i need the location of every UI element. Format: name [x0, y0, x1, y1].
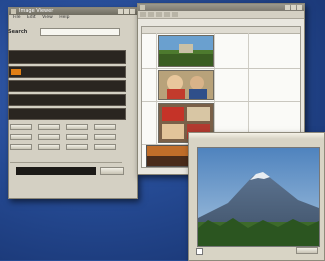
title-bar[interactable]: Image Viewer	[9, 8, 137, 15]
menu-edit[interactable]: Edit	[27, 15, 36, 20]
window-controls	[284, 5, 302, 11]
thumbnail-image	[158, 35, 214, 67]
control-button[interactable]	[94, 134, 116, 140]
search-row: Search	[8, 28, 122, 37]
control-button[interactable]	[66, 124, 88, 130]
checkbox-box[interactable]	[196, 248, 203, 255]
thumbnail-image	[158, 70, 214, 100]
list-item[interactable]	[8, 94, 126, 106]
table-header	[142, 27, 300, 34]
control-button[interactable]	[10, 134, 32, 140]
table-row[interactable]	[142, 34, 300, 69]
progress-track	[16, 167, 96, 175]
minimize-icon[interactable]	[118, 9, 123, 14]
toolbar	[138, 11, 304, 19]
search-label: Search	[8, 29, 28, 35]
window-title: Image Viewer	[19, 8, 54, 14]
control-button[interactable]	[38, 124, 60, 130]
control-button[interactable]	[10, 144, 32, 150]
title-bar[interactable]	[138, 4, 304, 11]
toolbar-icon[interactable]	[148, 12, 154, 17]
divider	[10, 162, 122, 163]
menu-bar: File Edit View Help	[9, 15, 137, 21]
toolbar-icon[interactable]	[140, 12, 146, 17]
checkbox[interactable]	[196, 248, 205, 256]
title-bar[interactable]	[189, 133, 324, 139]
close-icon[interactable]	[130, 9, 135, 14]
maximize-icon[interactable]	[291, 5, 296, 10]
preview-image	[197, 147, 320, 247]
toolbar-icon[interactable]	[164, 12, 170, 17]
table-row[interactable]	[142, 69, 300, 102]
app-icon	[11, 9, 16, 14]
window-controls	[117, 9, 135, 15]
search-input[interactable]	[40, 28, 120, 36]
image-preview-window	[188, 132, 325, 261]
control-button[interactable]	[66, 144, 88, 150]
list-item[interactable]	[8, 50, 126, 64]
list-item[interactable]	[8, 80, 126, 92]
menu-help[interactable]: Help	[59, 15, 69, 20]
selected-marker	[11, 69, 21, 75]
action-button[interactable]	[100, 167, 124, 175]
control-button[interactable]	[94, 144, 116, 150]
control-button[interactable]	[10, 124, 32, 130]
maximize-icon[interactable]	[124, 9, 129, 14]
control-button[interactable]	[66, 134, 88, 140]
menu-view[interactable]: View	[42, 15, 53, 20]
close-button[interactable]	[296, 247, 318, 254]
app-icon	[140, 5, 145, 10]
list-item[interactable]	[8, 108, 126, 120]
close-icon[interactable]	[297, 5, 302, 10]
status-bar	[8, 182, 124, 188]
toolbar-icon[interactable]	[172, 12, 178, 17]
minimize-icon[interactable]	[285, 5, 290, 10]
toolbar-icon[interactable]	[156, 12, 162, 17]
control-button[interactable]	[38, 134, 60, 140]
list-item[interactable]	[8, 66, 126, 78]
menu-file[interactable]: File	[13, 15, 21, 20]
control-button[interactable]	[38, 144, 60, 150]
control-button[interactable]	[94, 124, 116, 130]
